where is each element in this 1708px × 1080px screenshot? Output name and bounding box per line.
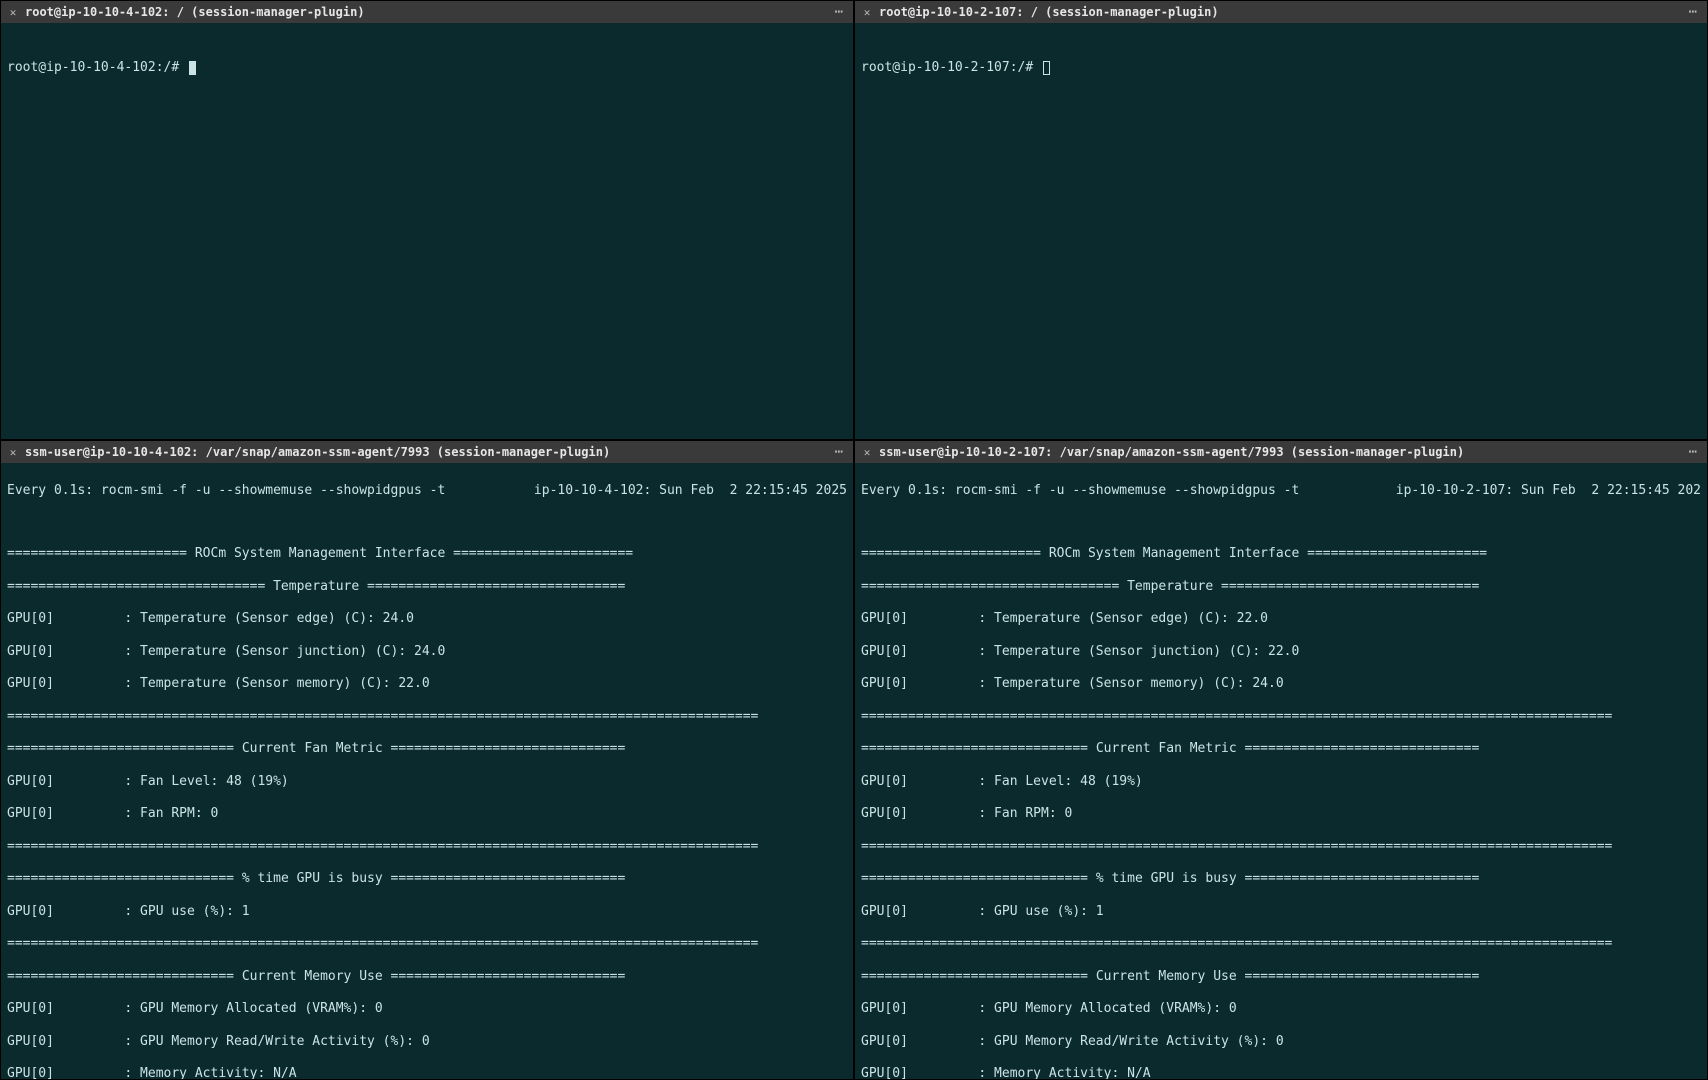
rule: ========================================…: [861, 839, 1701, 855]
pane-title: root@ip-10-10-2-107: / (session-manager-…: [879, 5, 1679, 19]
titlebar-bl: ✕ ssm-user@ip-10-10-4-102: /var/snap/ama…: [1, 441, 853, 463]
watch-cmd: Every 0.1s: rocm-smi -f -u --showmemuse …: [861, 483, 1299, 499]
close-icon[interactable]: ✕: [7, 6, 19, 18]
rule: ========================================…: [7, 839, 847, 855]
menu-icon[interactable]: ⋯: [1685, 444, 1701, 460]
menu-icon[interactable]: ⋯: [831, 444, 847, 460]
gpu-use: GPU[0] : GPU use (%): 1: [7, 904, 847, 920]
watch-header: Every 0.1s: rocm-smi -f -u --showmemuse …: [861, 483, 1701, 499]
pane-top-left[interactable]: ✕ root@ip-10-10-4-102: / (session-manage…: [0, 0, 854, 440]
prompt-text: root@ip-10-10-2-107:/#: [861, 60, 1041, 76]
fan-header: ============================= Current Fa…: [7, 741, 847, 757]
rocm-header: ======================= ROCm System Mana…: [7, 546, 847, 562]
cursor-hollow: [1043, 61, 1050, 75]
watch-header: Every 0.1s: rocm-smi -f -u --showmemuse …: [7, 483, 847, 499]
temp-memory: GPU[0] : Temperature (Sensor memory) (C)…: [861, 676, 1701, 692]
fan-level: GPU[0] : Fan Level: 48 (19%): [861, 774, 1701, 790]
close-icon[interactable]: ✕: [7, 446, 19, 458]
terminal-body-bl[interactable]: Every 0.1s: rocm-smi -f -u --showmemuse …: [1, 463, 853, 1079]
pane-title: ssm-user@ip-10-10-4-102: /var/snap/amazo…: [25, 445, 825, 459]
mem-alloc: GPU[0] : GPU Memory Allocated (VRAM%): 0: [7, 1001, 847, 1017]
watch-host-time: ip-10-10-4-102: Sun Feb 2 22:15:45 2025: [534, 483, 847, 499]
pane-bottom-right[interactable]: ✕ ssm-user@ip-10-10-2-107: /var/snap/ama…: [854, 440, 1708, 1080]
shell-prompt: root@ip-10-10-4-102:/#: [7, 60, 847, 76]
prompt-text: root@ip-10-10-4-102:/#: [7, 60, 187, 76]
temp-memory: GPU[0] : Temperature (Sensor memory) (C)…: [7, 676, 847, 692]
menu-icon[interactable]: ⋯: [1685, 4, 1701, 20]
gpu-use: GPU[0] : GPU use (%): 1: [861, 904, 1701, 920]
fan-rpm: GPU[0] : Fan RPM: 0: [861, 806, 1701, 822]
rule: ========================================…: [861, 709, 1701, 725]
mem-header: ============================= Current Me…: [861, 969, 1701, 985]
rule: ========================================…: [861, 936, 1701, 952]
titlebar-br: ✕ ssm-user@ip-10-10-2-107: /var/snap/ama…: [855, 441, 1707, 463]
pane-title: ssm-user@ip-10-10-2-107: /var/snap/amazo…: [879, 445, 1679, 459]
shell-prompt: root@ip-10-10-2-107:/#: [861, 60, 1701, 76]
titlebar-tl: ✕ root@ip-10-10-4-102: / (session-manage…: [1, 1, 853, 23]
mem-header: ============================= Current Me…: [7, 969, 847, 985]
rocm-header: ======================= ROCm System Mana…: [861, 546, 1701, 562]
cursor-block: [189, 61, 196, 75]
fan-header: ============================= Current Fa…: [861, 741, 1701, 757]
mem-rw: GPU[0] : GPU Memory Read/Write Activity …: [7, 1034, 847, 1050]
temp-junction: GPU[0] : Temperature (Sensor junction) (…: [7, 644, 847, 660]
watch-host-time: ip-10-10-2-107: Sun Feb 2 22:15:45 202: [1396, 483, 1701, 499]
menu-icon[interactable]: ⋯: [831, 4, 847, 20]
pane-top-right[interactable]: ✕ root@ip-10-10-2-107: / (session-manage…: [854, 0, 1708, 440]
fan-rpm: GPU[0] : Fan RPM: 0: [7, 806, 847, 822]
terminal-body-tl[interactable]: root@ip-10-10-4-102:/#: [1, 23, 853, 439]
terminal-body-tr[interactable]: root@ip-10-10-2-107:/#: [855, 23, 1707, 439]
temp-header: ================================= Temper…: [7, 579, 847, 595]
terminal-body-br[interactable]: Every 0.1s: rocm-smi -f -u --showmemuse …: [855, 463, 1707, 1079]
rocm-output: ======================= ROCm System Mana…: [861, 530, 1701, 1079]
busy-header: ============================= % time GPU…: [7, 871, 847, 887]
fan-level: GPU[0] : Fan Level: 48 (19%): [7, 774, 847, 790]
close-icon[interactable]: ✕: [861, 6, 873, 18]
titlebar-tr: ✕ root@ip-10-10-2-107: / (session-manage…: [855, 1, 1707, 23]
temp-junction: GPU[0] : Temperature (Sensor junction) (…: [861, 644, 1701, 660]
busy-header: ============================= % time GPU…: [861, 871, 1701, 887]
rule: ========================================…: [7, 936, 847, 952]
mem-rw: GPU[0] : GPU Memory Read/Write Activity …: [861, 1034, 1701, 1050]
pane-title: root@ip-10-10-4-102: / (session-manager-…: [25, 5, 825, 19]
mem-alloc: GPU[0] : GPU Memory Allocated (VRAM%): 0: [861, 1001, 1701, 1017]
temp-edge: GPU[0] : Temperature (Sensor edge) (C): …: [7, 611, 847, 627]
watch-cmd: Every 0.1s: rocm-smi -f -u --showmemuse …: [7, 483, 445, 499]
pane-bottom-left[interactable]: ✕ ssm-user@ip-10-10-4-102: /var/snap/ama…: [0, 440, 854, 1080]
close-icon[interactable]: ✕: [861, 446, 873, 458]
temp-edge: GPU[0] : Temperature (Sensor edge) (C): …: [861, 611, 1701, 627]
mem-activity: GPU[0] : Memory Activity: N/A: [7, 1066, 847, 1079]
rule: ========================================…: [7, 709, 847, 725]
rocm-output: ======================= ROCm System Mana…: [7, 530, 847, 1079]
mem-activity: GPU[0] : Memory Activity: N/A: [861, 1066, 1701, 1079]
tmux-grid: ✕ root@ip-10-10-4-102: / (session-manage…: [0, 0, 1708, 1080]
temp-header: ================================= Temper…: [861, 579, 1701, 595]
